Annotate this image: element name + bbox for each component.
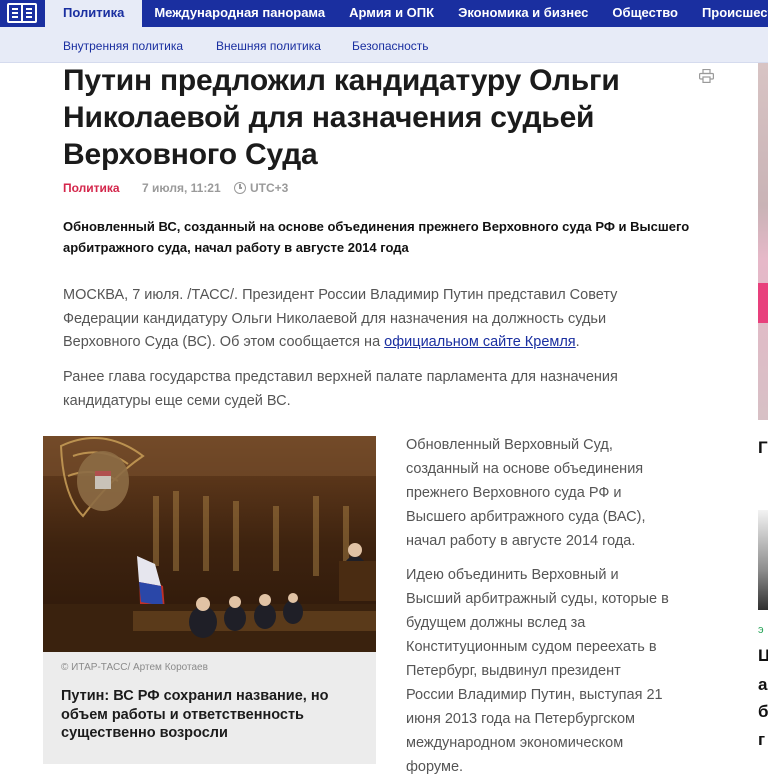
right-column-image-1[interactable] [758, 63, 768, 420]
photo-credit: © ИТАР-ТАСС/ Артем Коротаев [61, 662, 208, 673]
right-column-headline-2-line3[interactable]: б [758, 702, 768, 722]
article-meta: Политика 7 июля, 11:21 UTC+3 [63, 181, 288, 195]
right-column-rubric[interactable]: э [758, 624, 764, 636]
top-nav-links: Политика Международная панорама Армия и … [45, 0, 768, 27]
sub-navigation: Внутренняя политика Внешняя политика Без… [0, 27, 768, 63]
related-article-title[interactable]: Путин: ВС РФ сохранил название, но объем… [61, 687, 361, 743]
timezone-label: UTC+3 [250, 181, 289, 195]
nav-item-politics[interactable]: Политика [45, 0, 143, 27]
right-column-badge [758, 283, 768, 323]
nav-item-economy[interactable]: Экономика и бизнес [446, 0, 600, 27]
subnav-item-domestic[interactable]: Внутренняя политика [63, 39, 183, 53]
publish-date: 7 июля, 11:21 [142, 181, 221, 195]
nav-item-international[interactable]: Международная панорама [142, 0, 337, 27]
rubric-link[interactable]: Политика [63, 181, 120, 195]
article-lead: Обновленный ВС, созданный на основе объе… [63, 219, 690, 255]
top-navigation: Политика Международная панорама Армия и … [0, 0, 768, 27]
subnav-item-foreign[interactable]: Внешняя политика [216, 39, 321, 53]
related-article-photo [43, 436, 376, 652]
article-title: Путин предложил кандидатуру Ольги Никола… [63, 64, 620, 171]
subnav-item-security[interactable]: Безопасность [352, 39, 429, 53]
printer-icon[interactable] [699, 69, 714, 83]
kremlin-site-link[interactable]: официальном сайте Кремля [384, 334, 576, 350]
right-column-image-2[interactable] [758, 510, 768, 610]
article-paragraph-2: Ранее глава государства представил верхн… [63, 369, 618, 409]
right-column-headline-2-line2[interactable]: а [758, 675, 767, 695]
nav-item-incidents[interactable]: Происшествия [690, 0, 768, 27]
nav-item-army[interactable]: Армия и ОПК [337, 0, 446, 27]
article-paragraph-4: Идею объединить Верховный и Высший арбит… [406, 567, 669, 775]
related-article-card[interactable]: © ИТАР-ТАСС/ Артем Коротаев Путин: ВС РФ… [43, 436, 376, 764]
right-column-headline-2[interactable]: Ц [758, 646, 768, 666]
right-column-headline-1[interactable]: Г [758, 438, 768, 458]
book-icon [7, 3, 37, 23]
right-column-headline-2-line4[interactable]: г [758, 730, 765, 750]
article-paragraph-1: МОСКВА, 7 июля. /ТАСС/. Президент России… [63, 287, 618, 350]
site-logo[interactable] [0, 0, 45, 27]
nav-item-society[interactable]: Общество [600, 0, 690, 27]
article-paragraph-3: Обновленный Верховный Суд, созданный на … [406, 437, 646, 549]
